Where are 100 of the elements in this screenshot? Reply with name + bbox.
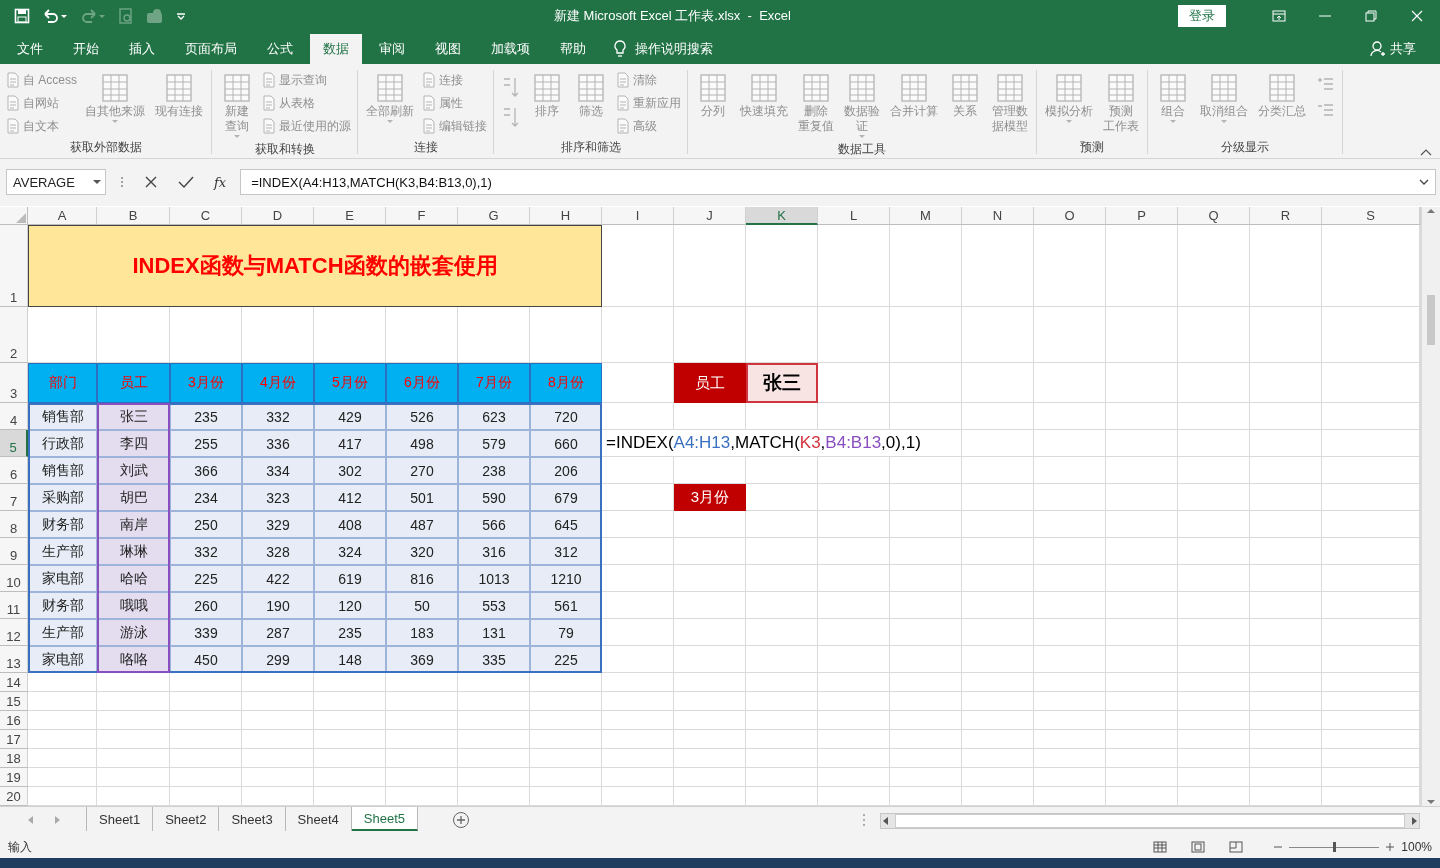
cancel-icon[interactable] bbox=[144, 175, 158, 189]
save-icon[interactable] bbox=[14, 8, 30, 24]
row-header[interactable]: 14 bbox=[0, 673, 28, 692]
table-cell: 255 bbox=[170, 430, 242, 457]
column-header[interactable]: C bbox=[170, 207, 242, 225]
add-sheet-icon[interactable] bbox=[452, 811, 470, 829]
menu-tab[interactable]: 数据 bbox=[310, 34, 362, 64]
scroll-left-icon[interactable] bbox=[881, 816, 891, 826]
row-header[interactable]: 17 bbox=[0, 730, 28, 749]
scroll-thumb[interactable] bbox=[1427, 295, 1435, 345]
sheet-tab[interactable]: Sheet1 bbox=[86, 807, 154, 831]
zoom-level[interactable]: 100% bbox=[1401, 840, 1432, 854]
table-cell: 487 bbox=[386, 511, 458, 538]
page-break-icon[interactable] bbox=[1229, 841, 1244, 853]
column-header[interactable]: Q bbox=[1178, 207, 1250, 225]
table-cell: 335 bbox=[458, 646, 530, 673]
row-header[interactable]: 7 bbox=[0, 484, 28, 511]
menu-tab[interactable]: 视图 bbox=[422, 34, 474, 64]
row-header[interactable]: 2 bbox=[0, 307, 28, 363]
insert-function-button[interactable]: fx bbox=[214, 174, 227, 190]
menu-tab[interactable]: 帮助 bbox=[547, 34, 599, 64]
row-header[interactable]: 1 bbox=[0, 225, 28, 307]
vertical-scrollbar[interactable] bbox=[1421, 207, 1440, 806]
column-header[interactable]: N bbox=[962, 207, 1034, 225]
touch-mode-icon[interactable] bbox=[146, 8, 164, 24]
row-header[interactable]: 4 bbox=[0, 403, 28, 430]
lightbulb-icon[interactable] bbox=[613, 40, 627, 58]
row-header[interactable]: 16 bbox=[0, 711, 28, 730]
column-header[interactable]: S bbox=[1322, 207, 1420, 225]
table-cell: 302 bbox=[314, 457, 386, 484]
restore-icon[interactable] bbox=[1364, 9, 1378, 23]
table-cell: 316 bbox=[458, 538, 530, 565]
table-cell: 游泳 bbox=[97, 619, 170, 646]
next-sheet-icon[interactable] bbox=[54, 815, 62, 825]
login-button[interactable]: 登录 bbox=[1178, 5, 1226, 27]
column-header[interactable]: K bbox=[746, 207, 818, 225]
customize-caret-icon[interactable] bbox=[176, 11, 186, 21]
table-cell: 刘武 bbox=[97, 457, 170, 484]
row-header[interactable]: 20 bbox=[0, 787, 28, 806]
formula-field[interactable]: =INDEX(A4:H13,MATCH(K3,B4:B13,0),1) bbox=[240, 169, 1436, 195]
table-cell: 胡巴 bbox=[97, 484, 170, 511]
table-cell: 323 bbox=[242, 484, 314, 511]
zoom-in-icon[interactable] bbox=[1385, 842, 1396, 852]
search-box[interactable]: 操作说明搜索 bbox=[635, 40, 713, 58]
caret-icon[interactable] bbox=[93, 179, 101, 185]
horizontal-scrollbar[interactable] bbox=[880, 813, 1420, 829]
column-header[interactable]: M bbox=[890, 207, 962, 225]
sheet-tab[interactable]: Sheet5 bbox=[351, 807, 418, 831]
previous-sheet-icon[interactable] bbox=[26, 815, 34, 825]
share-button[interactable]: 共享 bbox=[1390, 40, 1416, 58]
menu-tab[interactable]: 开始 bbox=[60, 34, 112, 64]
menu-tab[interactable]: 加载项 bbox=[478, 34, 543, 64]
row-header[interactable]: 12 bbox=[0, 619, 28, 646]
column-header[interactable]: B bbox=[97, 207, 170, 225]
column-header[interactable]: O bbox=[1034, 207, 1106, 225]
column-header[interactable]: I bbox=[602, 207, 674, 225]
scroll-right-icon[interactable] bbox=[1409, 816, 1419, 826]
menu-tab[interactable]: 审阅 bbox=[366, 34, 418, 64]
collapse-ribbon-icon[interactable] bbox=[1420, 148, 1432, 156]
normal-view-icon[interactable] bbox=[1153, 841, 1168, 853]
print-preview-icon[interactable] bbox=[118, 8, 134, 24]
check-icon[interactable] bbox=[178, 175, 194, 189]
row-header[interactable]: 10 bbox=[0, 565, 28, 592]
column-header[interactable]: R bbox=[1250, 207, 1322, 225]
column-header[interactable]: J bbox=[674, 207, 746, 225]
expand-icon[interactable] bbox=[1419, 179, 1429, 185]
zoom-thumb[interactable] bbox=[1333, 841, 1337, 852]
column-header[interactable]: P bbox=[1106, 207, 1178, 225]
name-box[interactable]: AVERAGE bbox=[6, 169, 106, 195]
row-header[interactable]: 19 bbox=[0, 768, 28, 787]
name-box-value: AVERAGE bbox=[13, 174, 75, 190]
menu-tab[interactable]: 页面布局 bbox=[172, 34, 250, 64]
column-header[interactable]: F bbox=[386, 207, 458, 225]
row-header[interactable]: 15 bbox=[0, 692, 28, 711]
column-heading: 4月份 bbox=[242, 363, 314, 403]
menu-tab[interactable]: 插入 bbox=[116, 34, 168, 64]
redo-icon[interactable] bbox=[80, 8, 106, 24]
column-header[interactable]: L bbox=[818, 207, 890, 225]
column-header[interactable]: E bbox=[314, 207, 386, 225]
row-header[interactable]: 8 bbox=[0, 511, 28, 538]
table-cell: 270 bbox=[386, 457, 458, 484]
row-header[interactable]: 13 bbox=[0, 646, 28, 673]
row-header[interactable]: 6 bbox=[0, 457, 28, 484]
column-header[interactable]: A bbox=[28, 207, 97, 225]
document-icon bbox=[262, 95, 276, 111]
column-header[interactable]: H bbox=[530, 207, 602, 225]
row-header[interactable]: 11 bbox=[0, 592, 28, 619]
undo-icon[interactable] bbox=[42, 8, 68, 24]
row-header[interactable]: 18 bbox=[0, 749, 28, 768]
table-cell: 79 bbox=[530, 619, 602, 646]
menu-tab[interactable]: 公式 bbox=[254, 34, 306, 64]
row-header[interactable]: 3 bbox=[0, 363, 28, 403]
ribbon-display-icon[interactable] bbox=[1272, 9, 1286, 23]
page-layout-icon[interactable] bbox=[1191, 841, 1206, 853]
row-header[interactable]: 9 bbox=[0, 538, 28, 565]
column-header[interactable]: D bbox=[242, 207, 314, 225]
column-header[interactable]: G bbox=[458, 207, 530, 225]
row-header[interactable]: 5 bbox=[0, 430, 28, 457]
close-icon[interactable] bbox=[1410, 9, 1424, 23]
menu-tab[interactable]: 文件 bbox=[4, 34, 56, 64]
